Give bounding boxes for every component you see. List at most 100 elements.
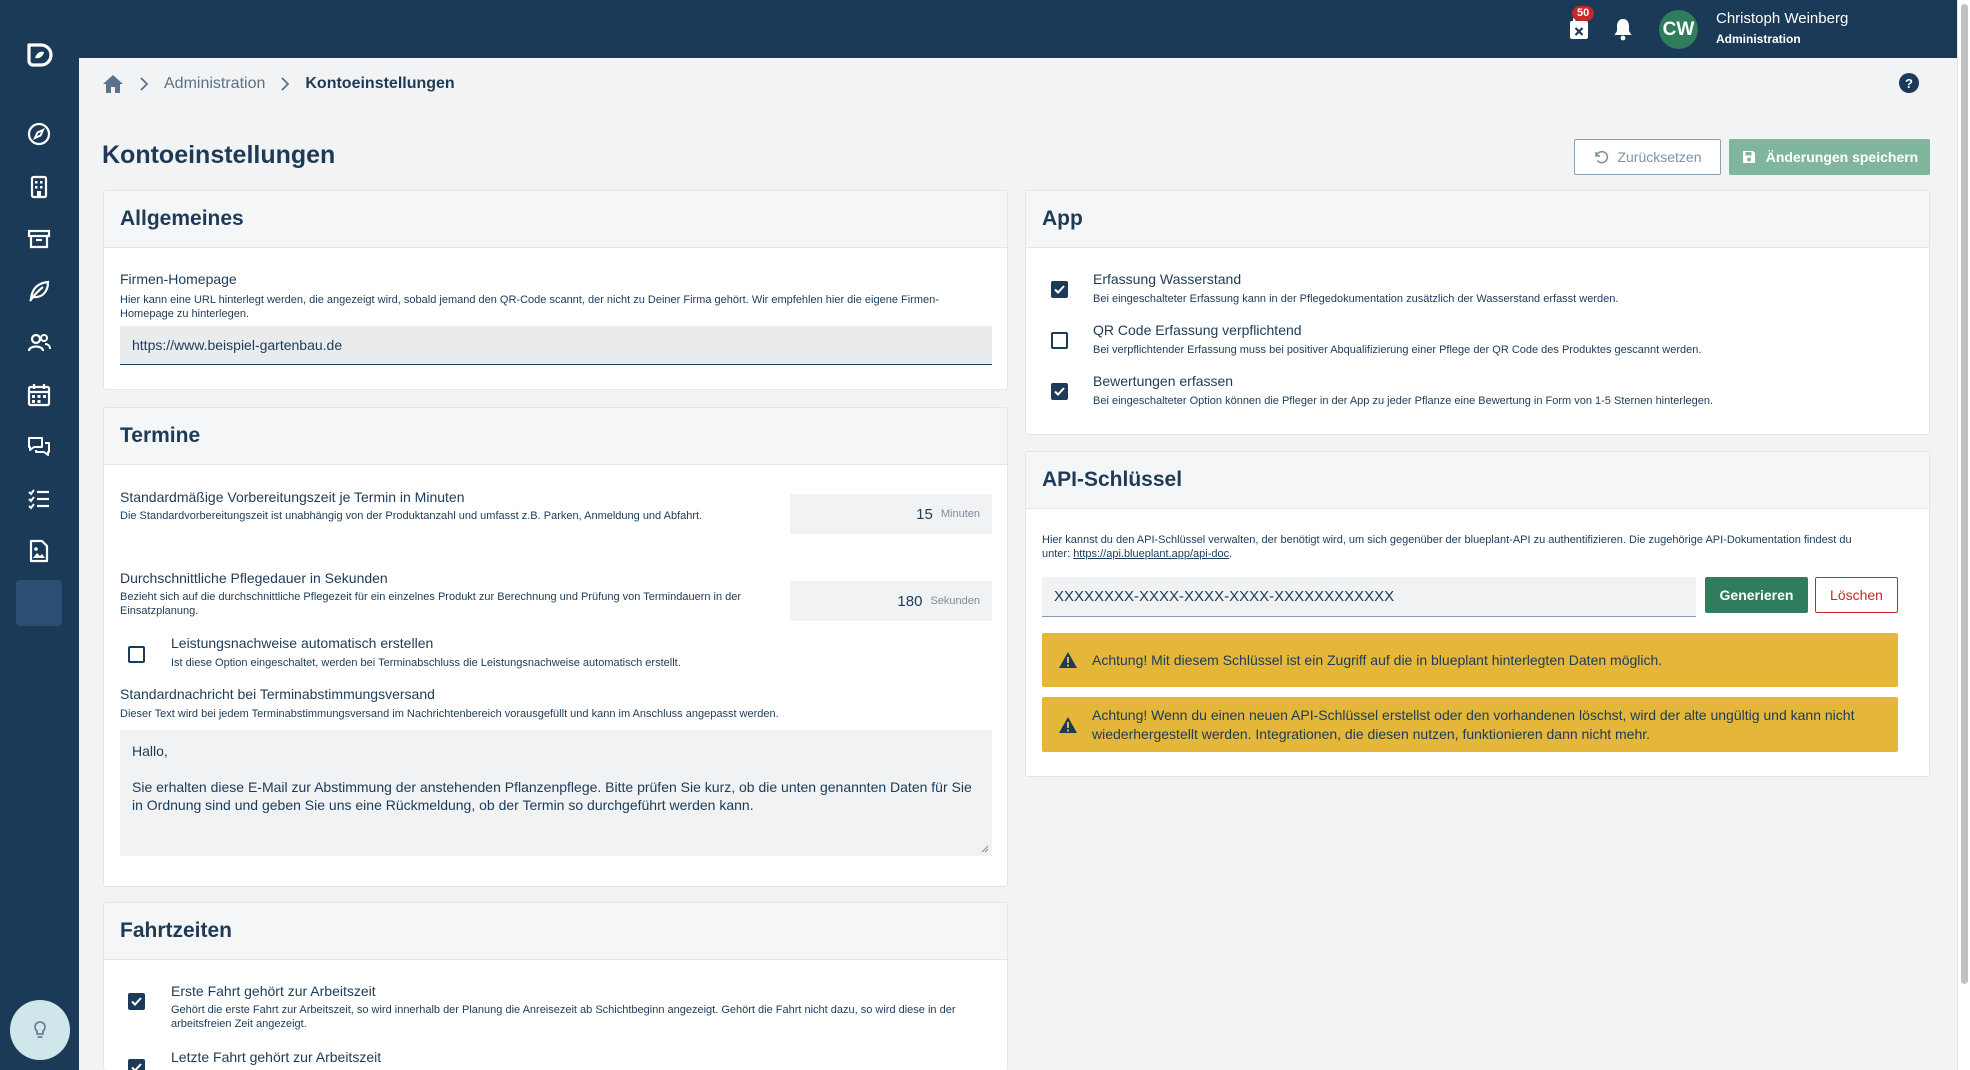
message-line-body: Sie erhalten diese E-Mail zur Abstimmung…	[132, 779, 972, 813]
ratings-checkbox[interactable]	[1051, 383, 1068, 400]
ratings-label: Bewertungen erfassen	[1093, 373, 1234, 389]
archive-icon	[27, 229, 51, 249]
auto-proof-checkbox[interactable]	[128, 646, 145, 663]
undo-icon	[1595, 150, 1609, 164]
card-api-key: API-Schlüssel Hier kannst du den API-Sch…	[1025, 451, 1930, 777]
care-duration-input[interactable]: 180 Sekunden	[790, 581, 992, 621]
leaf-icon	[29, 280, 50, 302]
water-level-label: Erfassung Wasserstand	[1093, 271, 1242, 287]
api-description-end: .	[1229, 548, 1233, 560]
warning-icon	[1059, 652, 1077, 668]
home-icon[interactable]	[102, 73, 124, 95]
default-message-label: Standardnachricht bei Terminabstimmungsv…	[120, 686, 435, 702]
sidebar-item-calendar[interactable]	[16, 372, 62, 418]
qr-required-checkbox[interactable]	[1051, 332, 1068, 349]
resize-grip-icon[interactable]	[981, 845, 989, 853]
warning-regenerate: Achtung! Wenn du einen neuen API-Schlüss…	[1042, 697, 1898, 752]
checklist-icon	[28, 489, 49, 510]
first-trip-hint: Gehört die erste Fahrt zur Arbeitszeit, …	[171, 1004, 956, 1030]
bell-icon[interactable]	[1610, 16, 1636, 42]
warning-access: Achtung! Mit diesem Schlüssel ist ein Zu…	[1042, 633, 1898, 687]
chevron-right-icon	[281, 77, 290, 91]
page-title: Kontoeinstellungen	[102, 141, 336, 169]
care-duration-unit: Sekunden	[930, 595, 980, 607]
checkmark-icon	[131, 997, 142, 1006]
sidebar-item-leaf[interactable]	[16, 268, 62, 314]
calendar-icon	[27, 384, 51, 407]
card-title-api-key: API-Schlüssel	[1026, 452, 1929, 509]
reset-button-label: Zurücksetzen	[1617, 149, 1702, 165]
card-allgemeines: Allgemeines Firmen-Homepage Hier kann ei…	[103, 190, 1008, 390]
first-trip-label: Erste Fahrt gehört zur Arbeitszeit	[171, 983, 376, 999]
sidebar-item-building[interactable]	[16, 164, 62, 210]
checkmark-icon	[131, 1063, 142, 1070]
prep-time-unit: Minuten	[940, 508, 980, 520]
building-icon	[30, 175, 48, 199]
sidebar	[0, 0, 79, 1070]
save-button[interactable]: Änderungen speichern	[1729, 139, 1930, 175]
page-scrollbar[interactable]	[1957, 0, 1970, 1070]
card-title-allgemeines: Allgemeines	[104, 191, 1007, 248]
api-key-input[interactable]: XXXXXXXX-XXXX-XXXX-XXXX-XXXXXXXXXXXX	[1042, 577, 1696, 617]
default-message-hint: Dieser Text wird bei jedem Terminabstimm…	[120, 708, 779, 720]
card-termine: Termine Standardmäßige Vorbereitungszeit…	[103, 407, 1008, 887]
auto-proof-hint: Ist diese Option eingeschaltet, werden b…	[171, 657, 681, 669]
lightbulb-icon	[34, 1021, 46, 1038]
api-description: Hier kannst du den API-Schlüssel verwalt…	[1042, 533, 1862, 561]
qr-required-label: QR Code Erfassung verpflichtend	[1093, 322, 1302, 338]
care-duration-label: Durchschnittliche Pflegedauer in Sekunde…	[120, 570, 388, 586]
homepage-hint: Hier kann eine URL hinterlegt werden, di…	[120, 294, 939, 320]
sidebar-item-documents[interactable]	[16, 528, 62, 574]
qr-required-hint: Bei verpflichtender Erfassung muss bei p…	[1093, 344, 1702, 356]
message-line-greeting: Hallo,	[132, 743, 168, 759]
generate-button[interactable]: Generieren	[1705, 577, 1808, 613]
sidebar-item-administration[interactable]	[16, 580, 62, 626]
delete-button[interactable]: Löschen	[1815, 577, 1898, 613]
sidebar-item-users[interactable]	[16, 320, 62, 366]
prep-time-value: 15	[916, 505, 933, 523]
homepage-label: Firmen-Homepage	[120, 271, 237, 287]
prep-time-hint: Die Standardvorbereitungszeit ist unabhä…	[120, 510, 703, 522]
default-message-textarea[interactable]: Hallo, Sie erhalten diese E-Mail zur Abs…	[120, 730, 992, 856]
chat-icon	[28, 437, 50, 456]
help-button[interactable]	[10, 1000, 70, 1060]
homepage-input[interactable]: https://www.beispiel-gartenbau.de	[120, 326, 992, 365]
breadcrumb-administration[interactable]: Administration	[164, 75, 265, 93]
sidebar-item-compass[interactable]	[16, 111, 62, 157]
last-trip-checkbox[interactable]	[128, 1059, 145, 1070]
warning-icon	[1059, 716, 1077, 733]
notification-badge: 50	[1572, 6, 1595, 21]
reset-button[interactable]: Zurücksetzen	[1574, 139, 1721, 175]
compass-icon	[27, 122, 51, 146]
user-role: Administration	[1716, 32, 1801, 46]
sidebar-item-archive[interactable]	[16, 216, 62, 262]
card-title-app: App	[1026, 191, 1929, 248]
water-level-checkbox[interactable]	[1051, 281, 1068, 298]
card-title-fahrtzeiten: Fahrtzeiten	[104, 903, 1007, 960]
card-app: App Erfassung Wasserstand Bei eingeschal…	[1025, 190, 1930, 435]
water-level-hint: Bei eingeschalteter Erfassung kann in de…	[1093, 293, 1619, 305]
last-trip-label: Letzte Fahrt gehört zur Arbeitszeit	[171, 1049, 382, 1065]
breadcrumb-current: Kontoeinstellungen	[305, 75, 455, 92]
care-duration-value: 180	[897, 592, 923, 610]
user-name[interactable]: Christoph Weinberg	[1716, 10, 1848, 27]
help-icon[interactable]: ?	[1899, 73, 1919, 93]
auto-proof-label: Leistungsnachweise automatisch erstellen	[171, 635, 434, 651]
ratings-hint: Bei eingeschalteter Option können die Pf…	[1093, 395, 1714, 407]
prep-time-label: Standardmäßige Vorbereitungszeit je Term…	[120, 489, 465, 505]
sidebar-item-checklist[interactable]	[16, 476, 62, 522]
prep-time-input[interactable]: 15 Minuten	[790, 494, 992, 534]
warning-regenerate-text: Achtung! Wenn du einen neuen API-Schlüss…	[1092, 706, 1855, 742]
card-title-termine: Termine	[104, 408, 1007, 465]
avatar[interactable]: CW	[1659, 10, 1698, 49]
first-trip-checkbox[interactable]	[128, 993, 145, 1010]
chevron-right-icon	[140, 77, 149, 91]
sidebar-item-chat[interactable]	[16, 424, 62, 470]
api-doc-link[interactable]: https://api.blueplant.app/api-doc	[1073, 548, 1229, 560]
logo-icon[interactable]	[25, 42, 53, 70]
card-fahrtzeiten: Fahrtzeiten Erste Fahrt gehört zur Arbei…	[103, 902, 1008, 1070]
save-button-label: Änderungen speichern	[1765, 149, 1919, 165]
scrollbar-thumb[interactable]	[1961, 4, 1968, 984]
care-duration-hint: Bezieht sich auf die durchschnittliche P…	[120, 591, 742, 617]
